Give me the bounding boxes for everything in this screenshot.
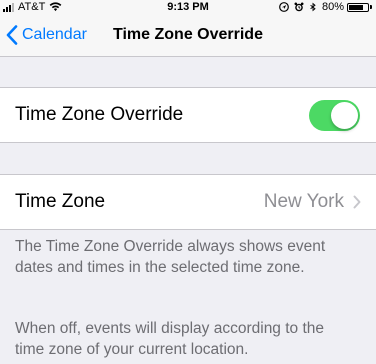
time-zone-override-toggle[interactable] (309, 100, 360, 131)
alarm-icon (294, 2, 304, 12)
navigation-bar: Calendar Time Zone Override (0, 14, 376, 57)
time-zone-value: New York (263, 191, 344, 212)
time-zone-override-label: Time Zone Override (15, 104, 184, 125)
back-button-label: Calendar (22, 26, 87, 43)
bluetooth-icon (310, 2, 316, 12)
battery-icon (347, 2, 369, 12)
time-zone-override-cell: Time Zone Override (0, 87, 376, 143)
status-right: 80% (274, 0, 372, 14)
status-bar: AT&T 9:13 PM 80% (0, 0, 376, 14)
battery-fill (349, 4, 363, 10)
time-zone-cell[interactable]: Time Zone New York (0, 174, 376, 230)
toggle-knob (331, 102, 358, 129)
back-button[interactable]: Calendar (6, 14, 87, 56)
battery-percent: 80% (321, 1, 344, 13)
time-zone-label: Time Zone (15, 191, 106, 212)
footer-off-description: When off, events will display according … (15, 320, 325, 358)
location-icon (279, 2, 289, 12)
battery-nub (370, 5, 372, 9)
footer-description: The Time Zone Override always shows even… (15, 238, 326, 276)
chevron-right-icon (353, 195, 361, 209)
chevron-left-icon (6, 25, 18, 45)
